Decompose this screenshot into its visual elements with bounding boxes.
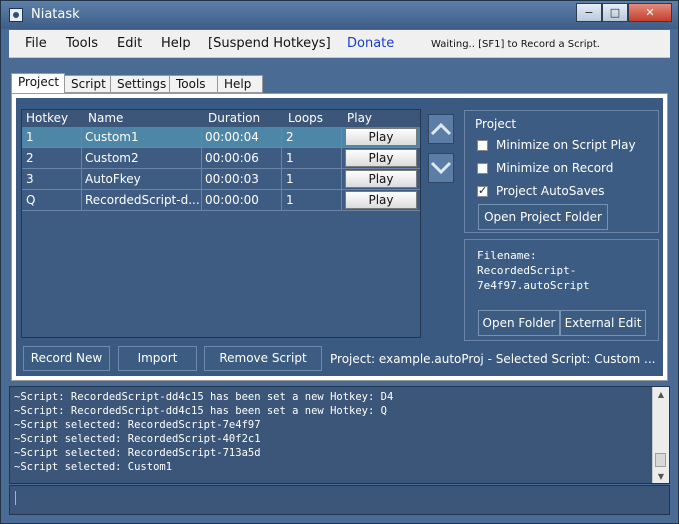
log-scrollbar[interactable]: ▲ ▼: [652, 387, 669, 483]
log-output[interactable]: ~Script: RecordedScript-dd4c15 has been …: [9, 386, 670, 484]
cell-name: RecordedScript-d...: [85, 193, 200, 207]
column-divider: [81, 127, 82, 211]
minimize-button[interactable]: −: [576, 3, 602, 22]
cell-loops: 1: [286, 193, 294, 207]
cell-loops: 1: [286, 172, 294, 186]
cell-duration: 00:00:03: [205, 172, 259, 186]
arrow-up-icon: [430, 122, 452, 136]
column-divider: [341, 127, 342, 211]
log-line: ~Script selected: Custom1: [14, 461, 173, 473]
menu-tools[interactable]: Tools: [66, 36, 98, 51]
recording-status: Waiting.. [SF1] to Record a Script.: [431, 39, 600, 50]
minimize-on-record-checkbox[interactable]: Minimize on Record: [477, 161, 613, 175]
log-line: ~Script: RecordedScript-dd4c15 has been …: [14, 405, 387, 417]
menu-edit[interactable]: Edit: [117, 36, 142, 51]
minimize-on-record-label: Minimize on Record: [496, 161, 614, 175]
title-bar[interactable]: Niatask − □ ✕: [1, 1, 678, 29]
arrow-down-icon: [430, 161, 452, 175]
record-new-button[interactable]: Record New: [23, 346, 110, 371]
project-group-title: Project: [475, 117, 517, 131]
column-divider: [201, 127, 202, 211]
header-loops[interactable]: Loops: [288, 111, 323, 125]
cell-duration: 00:00:06: [205, 151, 259, 165]
autosaves-label: Project AutoSaves: [496, 184, 605, 198]
project-tab-pane: Hotkey Name Duration Loops Play 1 Custom…: [11, 93, 668, 381]
tab-project[interactable]: Project: [11, 73, 65, 94]
cell-loops: 1: [286, 151, 294, 165]
cell-loops: 2: [286, 130, 294, 144]
cell-duration: 00:00:00: [205, 193, 259, 207]
menu-bar: File Tools Edit Help [Suspend Hotkeys] D…: [9, 30, 670, 58]
project-options-group: Project Minimize on Script Play Minimize…: [464, 110, 659, 233]
window-title: Niatask: [31, 7, 80, 22]
log-line: ~Script selected: RecordedScript-713a5d: [14, 447, 261, 459]
file-group: Filename: RecordedScript- 7e4f97.autoScr…: [464, 239, 659, 341]
window-controls: − □ ✕: [576, 3, 672, 23]
move-up-button[interactable]: [428, 114, 454, 144]
main-window: Niatask − □ ✕ File Tools Edit Help [Susp…: [0, 0, 679, 524]
minimize-on-play-label: Minimize on Script Play: [496, 138, 636, 152]
header-name[interactable]: Name: [88, 111, 123, 125]
cell-hotkey: 2: [26, 151, 34, 165]
header-play[interactable]: Play: [347, 111, 372, 125]
log-line: ~Script: RecordedScript-dd4c15 has been …: [14, 391, 394, 403]
tab-help[interactable]: Help: [217, 75, 263, 93]
external-edit-button[interactable]: External Edit: [560, 310, 646, 336]
menu-suspend-hotkeys[interactable]: [Suspend Hotkeys]: [208, 36, 331, 51]
filename-display: Filename: RecordedScript- 7e4f97.autoScr…: [477, 248, 590, 293]
autosaves-checkbox[interactable]: Project AutoSaves: [477, 184, 604, 198]
maximize-button[interactable]: □: [602, 3, 628, 22]
checkbox-checked-icon[interactable]: [477, 184, 488, 197]
project-status: Project: example.autoProj - Selected Scr…: [330, 352, 656, 366]
header-hotkey[interactable]: Hotkey: [26, 111, 68, 125]
close-button[interactable]: ✕: [628, 3, 672, 22]
column-divider: [281, 127, 282, 211]
minimize-on-play-checkbox[interactable]: Minimize on Script Play: [477, 138, 636, 152]
menu-help[interactable]: Help: [161, 36, 191, 51]
play-button[interactable]: Play: [345, 191, 417, 209]
play-button[interactable]: Play: [345, 128, 417, 146]
cell-hotkey: 1: [26, 130, 34, 144]
log-line: ~Script selected: RecordedScript-40f2c1: [14, 433, 261, 445]
tab-settings[interactable]: Settings: [110, 75, 170, 93]
cell-duration: 00:00:04: [205, 130, 259, 144]
checkbox-unchecked-icon[interactable]: [477, 139, 488, 151]
menu-file[interactable]: File: [25, 36, 47, 51]
cell-hotkey: Q: [26, 193, 36, 207]
project-panel: Hotkey Name Duration Loops Play 1 Custom…: [16, 98, 663, 376]
header-duration[interactable]: Duration: [208, 111, 260, 125]
remove-script-button[interactable]: Remove Script: [204, 346, 322, 371]
cell-hotkey: 3: [26, 172, 34, 186]
move-down-button[interactable]: [428, 153, 454, 183]
scroll-down-icon[interactable]: ▼: [653, 469, 669, 483]
log-line: ~Script selected: RecordedScript-7e4f97: [14, 419, 261, 431]
scroll-thumb[interactable]: [655, 453, 666, 467]
filename-label: Filename:: [477, 249, 537, 262]
filename-line2: 7e4f97.autoScript: [477, 279, 590, 292]
tab-script[interactable]: Script: [64, 75, 111, 93]
menu-donate[interactable]: Donate: [347, 36, 394, 51]
grid-header: Hotkey Name Duration Loops Play: [22, 110, 420, 127]
log-lines: ~Script: RecordedScript-dd4c15 has been …: [14, 390, 393, 474]
play-button[interactable]: Play: [345, 170, 417, 188]
open-folder-button[interactable]: Open Folder: [478, 310, 560, 336]
scroll-up-icon[interactable]: ▲: [653, 387, 669, 401]
scripts-grid[interactable]: Hotkey Name Duration Loops Play 1 Custom…: [21, 109, 421, 338]
command-input[interactable]: [14, 490, 658, 512]
command-bar: [9, 485, 670, 515]
play-button[interactable]: Play: [345, 149, 417, 167]
filename-line1: RecordedScript-: [477, 264, 577, 277]
checkbox-unchecked-icon[interactable]: [477, 162, 488, 174]
app-icon[interactable]: [9, 8, 23, 22]
open-project-folder-button[interactable]: Open Project Folder: [478, 204, 608, 230]
cell-name: Custom2: [85, 151, 139, 165]
tab-tools[interactable]: Tools: [169, 75, 218, 93]
import-button[interactable]: Import: [118, 346, 197, 371]
cell-name: Custom1: [85, 130, 139, 144]
cell-name: AutoFkey: [85, 172, 141, 186]
